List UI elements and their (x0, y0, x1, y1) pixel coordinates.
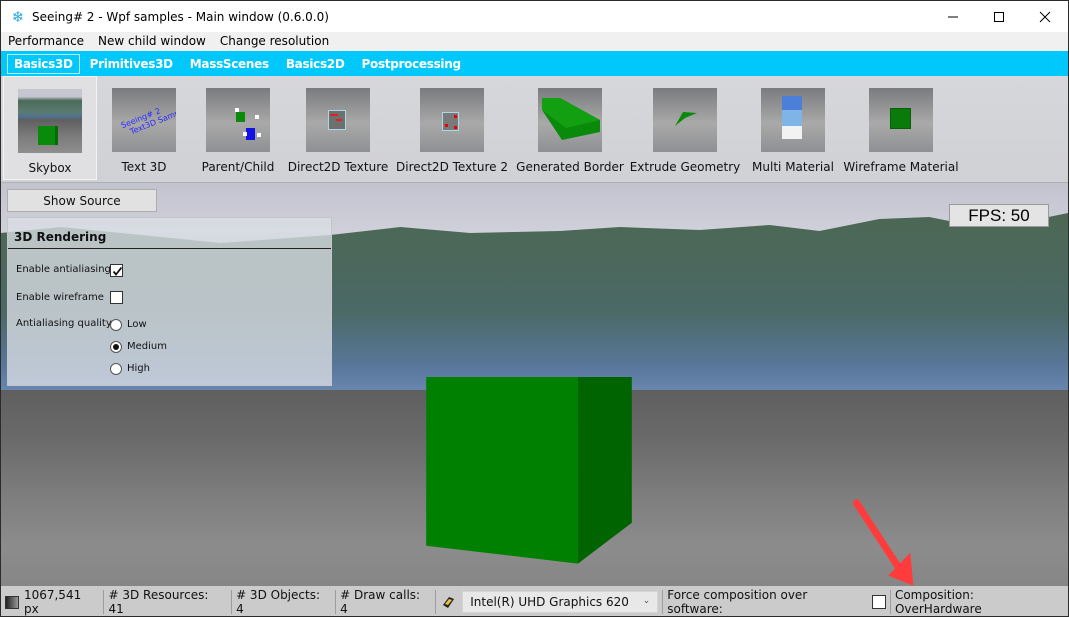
gpu-select-value: Intel(R) UHD Graphics 620 (470, 595, 629, 609)
sample-wireframe-material[interactable]: Wireframe Material (843, 76, 959, 180)
generated-border-thumbnail (538, 88, 602, 152)
composition-status: Composition: OverHardware (891, 588, 1068, 616)
sample-generated-border[interactable]: Generated Border (513, 76, 627, 180)
aa-quality-medium-label: Medium (127, 341, 167, 352)
graphics-card-icon (443, 597, 455, 608)
border-blocks-graphic (542, 98, 600, 140)
minimize-button[interactable] (930, 1, 976, 32)
minimize-icon (948, 16, 958, 17)
objects-status: # 3D Objects: 4 (232, 588, 335, 616)
sample-extrude-geometry[interactable]: Extrude Geometry (627, 76, 743, 180)
render-viewport[interactable]: Show Source 3D Rendering Enable antialia… (1, 183, 1068, 586)
tab-postprocessing[interactable]: Postprocessing (355, 54, 468, 74)
resolution-text: 1067,541 px (23, 588, 82, 616)
sample-label: Generated Border (516, 160, 624, 174)
aa-quality-high-label: High (127, 363, 150, 374)
title-bar: ❄ Seeing# 2 - Wpf samples - Main window … (1, 1, 1068, 32)
category-tab-bar: Basics3D Primitives3D MassScenes Basics2… (1, 51, 1068, 76)
maximize-button[interactable] (976, 1, 1022, 32)
tab-basics2d[interactable]: Basics2D (279, 54, 352, 74)
chevron-down-icon: ⌄ (642, 596, 651, 606)
status-bar: 1067,541 px # 3D Resources: 41 # 3D Obje… (1, 586, 1068, 616)
resolution-status: 1067,541 px (1, 588, 103, 616)
aa-quality-low-label: Low (127, 319, 147, 330)
fps-counter: FPS: 50 (949, 204, 1049, 227)
gpu-status: Intel(R) UHD Graphics 620 ⌄ (436, 591, 662, 613)
samples-list: Skybox Seeing# 2 Text3D Sample Text 3D P… (1, 76, 1068, 183)
sample-label: Direct2D Texture 2 (396, 160, 508, 174)
parent-child-thumbnail (206, 88, 270, 152)
monitor-icon (5, 595, 19, 609)
wireframe-material-thumbnail (869, 88, 933, 152)
force-composition-status: Force composition over software: (663, 588, 890, 616)
direct2d-texture-thumbnail (306, 88, 370, 152)
enable-wireframe-label: Enable wireframe (16, 292, 104, 303)
draw-calls-text: # Draw calls: 4 (340, 588, 421, 616)
extrude-geometry-thumbnail (653, 88, 717, 152)
aa-quality-high-radio[interactable] (110, 363, 122, 375)
window-title: Seeing# 2 - Wpf samples - Main window (0… (32, 9, 329, 24)
sample-label: Parent/Child (201, 160, 275, 174)
sample-label: Multi Material (752, 160, 834, 174)
menu-change-resolution[interactable]: Change resolution (213, 32, 336, 51)
enable-wireframe-checkbox[interactable] (110, 291, 123, 304)
menu-performance[interactable]: Performance (1, 32, 91, 51)
sample-direct2d-texture-2[interactable]: Direct2D Texture 2 (391, 76, 513, 180)
menu-bar: Performance New child window Change reso… (1, 32, 1068, 51)
sample-multi-material[interactable]: Multi Material (743, 76, 843, 180)
extrude-shape-graphic (675, 112, 697, 126)
main-window: ❄ Seeing# 2 - Wpf samples - Main window … (0, 0, 1069, 617)
maximize-icon (994, 11, 1004, 22)
objects-text: # 3D Objects: 4 (236, 588, 320, 616)
close-icon (1039, 11, 1051, 22)
tab-massscenes[interactable]: MassScenes (183, 54, 276, 74)
sample-skybox[interactable]: Skybox (3, 76, 97, 180)
aa-quality-medium-radio[interactable] (110, 341, 122, 353)
show-source-button[interactable]: Show Source (7, 189, 157, 212)
cube-side-face (577, 377, 632, 564)
sample-parent-child[interactable]: Parent/Child (191, 76, 285, 180)
force-composition-label: Force composition over software: (667, 588, 808, 616)
enable-antialiasing-label: Enable antialiasing (16, 264, 111, 275)
aa-quality-low-radio[interactable] (110, 319, 122, 331)
menu-new-child-window[interactable]: New child window (91, 32, 213, 51)
snowflake-icon: ❄ (11, 7, 25, 26)
close-button[interactable] (1022, 1, 1068, 32)
draw-calls-status: # Draw calls: 4 (336, 588, 435, 616)
window-controls (930, 1, 1068, 32)
sample-label: Skybox (28, 161, 72, 175)
sample-label: Text 3D (121, 160, 167, 174)
tab-basics3d[interactable]: Basics3D (7, 53, 80, 74)
multi-material-thumbnail (761, 88, 825, 152)
gpu-select[interactable]: Intel(R) UHD Graphics 620 ⌄ (462, 591, 659, 613)
composition-text: Composition: OverHardware (894, 588, 982, 616)
aa-quality-label: Antialiasing quality (16, 318, 112, 329)
force-composition-checkbox[interactable] (871, 595, 886, 609)
rendering-options-panel: 3D Rendering Enable antialiasing Enable … (7, 217, 332, 386)
tab-primitives3d[interactable]: Primitives3D (83, 54, 180, 74)
sample-text-3d[interactable]: Seeing# 2 Text3D Sample Text 3D (97, 76, 191, 180)
skybox-thumbnail (18, 89, 82, 153)
sample-direct2d-texture[interactable]: Direct2D Texture (285, 76, 391, 180)
sample-label: Extrude Geometry (629, 160, 741, 174)
sample-label: Wireframe Material (843, 160, 959, 174)
sample-label: Direct2D Texture (287, 160, 389, 174)
resources-text: # 3D Resources: 41 (108, 588, 209, 616)
direct2d-texture-2-thumbnail (420, 88, 484, 152)
panel-title: 3D Rendering (8, 218, 331, 249)
cube-front-face (426, 377, 578, 564)
resources-status: # 3D Resources: 41 (104, 588, 231, 616)
enable-antialiasing-checkbox[interactable] (110, 264, 123, 277)
checkmark-icon (112, 266, 123, 276)
text3d-thumbnail: Seeing# 2 Text3D Sample (112, 88, 176, 152)
